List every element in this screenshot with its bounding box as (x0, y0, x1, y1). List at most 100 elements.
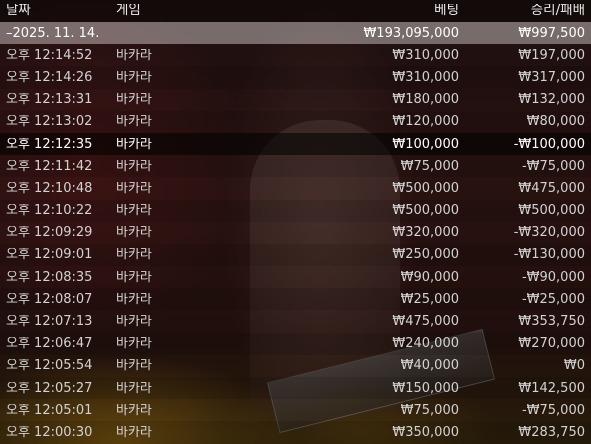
row-game: 바카라 (116, 248, 152, 262)
row-bet: ₩250,000 (392, 248, 459, 262)
row-game: 바카라 (116, 93, 152, 107)
row-game: 바카라 (116, 181, 152, 195)
table-row[interactable]: 오후 12:14:52 바카라 ₩310,000 ₩197,000 (0, 44, 591, 67)
row-time: 오후 12:10:48 (6, 181, 93, 195)
row-time: 오후 12:13:31 (6, 93, 93, 107)
row-bet: ₩310,000 (392, 48, 459, 62)
table-row[interactable]: 오후 12:05:27 바카라 ₩150,000 ₩142,500 (0, 377, 591, 400)
row-time: 오후 12:05:54 (6, 359, 93, 373)
summary-bet-total: ₩193,095,000 (363, 26, 459, 40)
row-winloss: -₩75,000 (521, 159, 585, 173)
table-row[interactable]: 오후 12:08:07 바카라 ₩25,000 -₩25,000 (0, 288, 591, 311)
table-row[interactable]: 오후 12:11:42 바카라 ₩75,000 -₩75,000 (0, 155, 591, 178)
row-time: 오후 12:08:35 (6, 270, 93, 284)
row-game: 바카라 (116, 381, 152, 395)
row-winloss: ₩0 (563, 359, 585, 373)
row-winloss: ₩197,000 (518, 48, 585, 62)
row-time: 오후 12:14:26 (6, 70, 93, 84)
row-winloss: -₩320,000 (513, 226, 585, 240)
row-game: 바카라 (116, 359, 152, 373)
row-game: 바카라 (116, 270, 152, 284)
table-row[interactable]: 오후 12:14:26 바카라 ₩310,000 ₩317,000 (0, 66, 591, 89)
row-bet: ₩320,000 (392, 226, 459, 240)
row-bet: ₩150,000 (392, 381, 459, 395)
row-time: 오후 12:07:13 (6, 315, 93, 329)
row-winloss: ₩283,750 (518, 425, 585, 439)
row-game: 바카라 (116, 337, 152, 351)
row-game: 바카라 (116, 204, 152, 218)
row-winloss: -₩90,000 (521, 270, 585, 284)
table-row[interactable]: 오후 12:12:35 바카라 ₩100,000 -₩100,000 (0, 132, 591, 156)
date-summary-row[interactable]: –2025. 11. 14. ₩193,095,000 ₩997,500 (0, 22, 591, 45)
table-row[interactable]: 오후 12:13:31 바카라 ₩180,000 ₩132,000 (0, 88, 591, 111)
row-bet: ₩475,000 (392, 315, 459, 329)
row-bet: ₩120,000 (392, 115, 459, 129)
row-winloss: ₩500,000 (518, 204, 585, 218)
row-winloss: ₩317,000 (518, 70, 585, 84)
row-winloss: -₩100,000 (513, 137, 585, 151)
row-bet: ₩75,000 (400, 159, 459, 173)
table-row[interactable]: 오후 12:09:29 바카라 ₩320,000 -₩320,000 (0, 221, 591, 244)
row-winloss: ₩142,500 (518, 381, 585, 395)
row-time: 오후 12:09:29 (6, 226, 93, 240)
row-bet: ₩500,000 (392, 204, 459, 218)
row-bet: ₩75,000 (400, 403, 459, 417)
row-winloss: -₩130,000 (513, 248, 585, 262)
row-game: 바카라 (116, 137, 152, 151)
row-time: 오후 12:10:22 (6, 204, 93, 218)
row-time: 오후 12:05:27 (6, 381, 93, 395)
table-row[interactable]: 오후 12:08:35 바카라 ₩90,000 -₩90,000 (0, 266, 591, 289)
row-bet: ₩40,000 (400, 359, 459, 373)
row-winloss: -₩25,000 (521, 292, 585, 306)
summary-winloss-total: ₩997,500 (518, 26, 585, 40)
table-row[interactable]: 오후 12:10:48 바카라 ₩500,000 ₩475,000 (0, 177, 591, 200)
row-time: 오후 12:12:35 (6, 137, 93, 151)
column-header-date[interactable]: 날짜 (0, 4, 114, 18)
row-bet: ₩500,000 (392, 181, 459, 195)
table-row[interactable]: 오후 12:10:22 바카라 ₩500,000 ₩500,000 (0, 199, 591, 222)
row-time: 오후 12:09:01 (6, 248, 93, 262)
row-winloss: ₩353,750 (518, 315, 585, 329)
row-game: 바카라 (116, 403, 152, 417)
table-header: 날짜 게임 베팅 승리/패배 (0, 0, 591, 22)
row-bet: ₩310,000 (392, 70, 459, 84)
row-time: 오후 12:11:42 (6, 159, 93, 173)
row-time: 오후 12:06:47 (6, 337, 93, 351)
row-game: 바카라 (116, 115, 152, 129)
row-winloss: ₩132,000 (518, 93, 585, 107)
table-row[interactable]: 오후 12:05:54 바카라 ₩40,000 ₩0 (0, 354, 591, 377)
row-game: 바카라 (116, 159, 152, 173)
row-bet: ₩25,000 (400, 292, 459, 306)
row-winloss: ₩475,000 (518, 181, 585, 195)
row-winloss: ₩270,000 (518, 337, 585, 351)
column-header-game[interactable]: 게임 (114, 4, 309, 18)
row-bet: ₩240,000 (392, 337, 459, 351)
row-time: 오후 12:05:01 (6, 403, 93, 417)
row-time: 오후 12:08:07 (6, 292, 93, 306)
table-body: 오후 12:14:52 바카라 ₩310,000 ₩197,000 오후 12:14:2… (0, 44, 591, 444)
row-game: 바카라 (116, 315, 152, 329)
row-game: 바카라 (116, 292, 152, 306)
row-game: 바카라 (116, 70, 152, 84)
table-row[interactable]: 오후 12:05:01 바카라 ₩75,000 -₩75,000 (0, 399, 591, 422)
table-row[interactable]: 오후 12:06:47 바카라 ₩240,000 ₩270,000 (0, 332, 591, 355)
row-game: 바카라 (116, 226, 152, 240)
table-row[interactable]: 오후 12:09:01 바카라 ₩250,000 -₩130,000 (0, 243, 591, 267)
row-time: 오후 12:14:52 (6, 48, 93, 62)
row-bet: ₩350,000 (392, 425, 459, 439)
row-bet: ₩100,000 (392, 137, 459, 151)
bet-history-table: 날짜 게임 베팅 승리/패배 –2025. 11. 14. ₩193,095,0… (0, 0, 591, 444)
column-header-winloss[interactable]: 승리/패배 (459, 4, 591, 18)
row-game: 바카라 (116, 48, 152, 62)
row-bet: ₩90,000 (400, 270, 459, 284)
row-time: 오후 12:13:02 (6, 115, 93, 129)
table-row[interactable]: 오후 12:07:13 바카라 ₩475,000 ₩353,750 (0, 310, 591, 333)
summary-date: –2025. 11. 14. (6, 26, 100, 40)
table-row[interactable]: 오후 12:00:30 바카라 ₩350,000 ₩283,750 (0, 421, 591, 444)
row-bet: ₩180,000 (392, 93, 459, 107)
row-time: 오후 12:00:30 (6, 425, 93, 439)
row-winloss: ₩80,000 (526, 115, 585, 129)
table-row[interactable]: 오후 12:13:02 바카라 ₩120,000 ₩80,000 (0, 110, 591, 133)
column-header-bet[interactable]: 베팅 (309, 4, 459, 18)
row-winloss: -₩75,000 (521, 403, 585, 417)
